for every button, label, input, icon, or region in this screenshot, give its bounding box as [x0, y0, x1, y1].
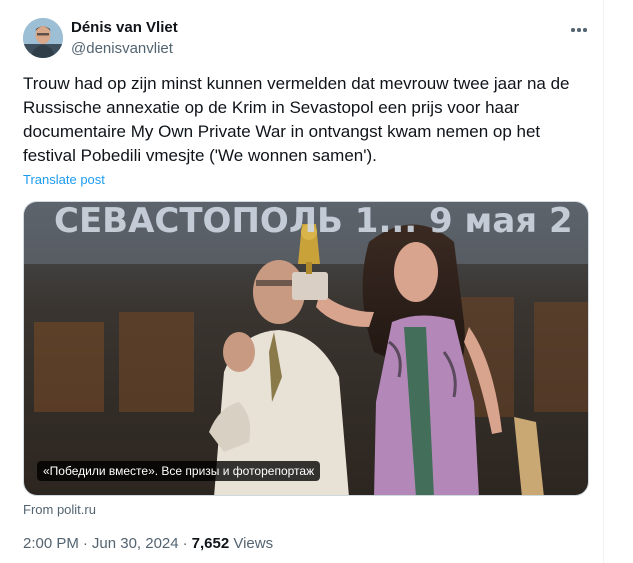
tweet-time[interactable]: 2:00 PM: [23, 535, 79, 552]
media-source-link[interactable]: From polit.ru: [23, 502, 96, 517]
views-count[interactable]: 7,652: [192, 535, 230, 552]
tweet-media-image[interactable]: СЕВАСТОПОЛЬ 1... 9 мая 2 «Победили вмест…: [23, 201, 589, 496]
avatar[interactable]: [23, 18, 63, 58]
tweet-card: Dénis van Vliet @denisvanvliet Trouw had…: [0, 0, 604, 563]
author-display-name[interactable]: Dénis van Vliet: [71, 19, 178, 36]
views-label: Views: [233, 535, 274, 552]
media-caption: «Победили вместе». Все призы и фоторепор…: [37, 461, 321, 481]
translate-post-link[interactable]: Translate post: [23, 172, 105, 187]
avatar-photo: [23, 18, 63, 58]
tweet-date[interactable]: Jun 30, 2024: [92, 535, 179, 552]
more-options-icon[interactable]: [565, 18, 593, 42]
author-handle[interactable]: @denisvanvliet: [71, 40, 173, 57]
meta-separator: ·: [82, 535, 88, 552]
media-photo: СЕВАСТОПОЛЬ 1... 9 мая 2: [24, 202, 588, 495]
tweet-meta: 2:00 PM · Jun 30, 2024 · 7,652 Views: [23, 535, 273, 552]
tweet-text: Trouw had op zijn minst kunnen vermelden…: [23, 74, 570, 165]
banner-text: СЕВАСТОПОЛЬ 1... 9 мая 2: [54, 202, 573, 241]
meta-separator: ·: [182, 535, 188, 552]
